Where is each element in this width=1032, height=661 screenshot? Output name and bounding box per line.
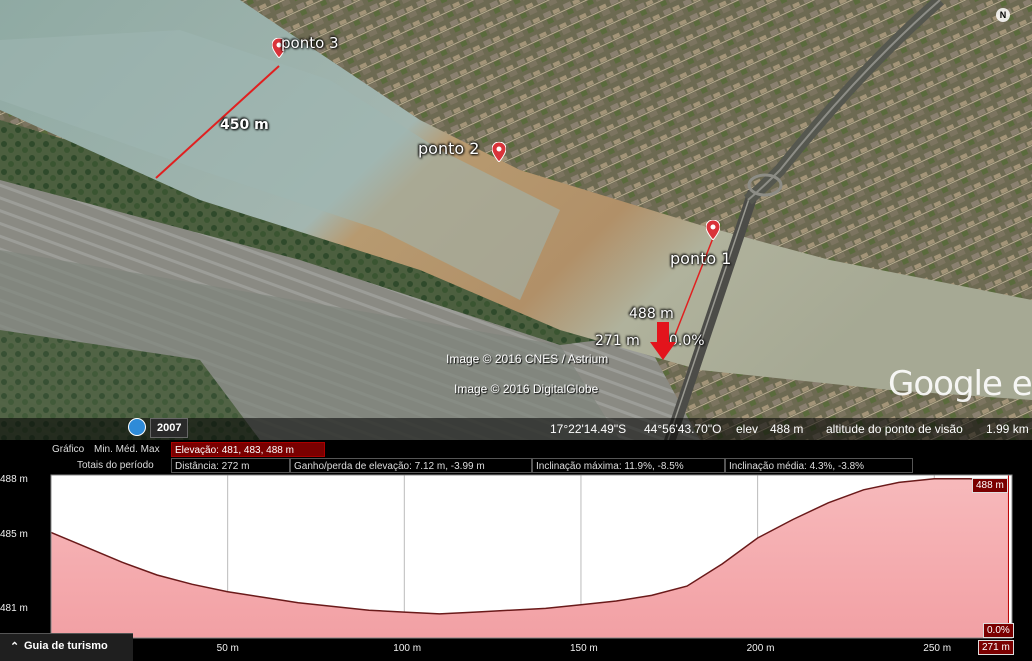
x-tick-label: 150 m: [569, 643, 598, 654]
chevron-up-icon[interactable]: ⌃: [10, 640, 19, 653]
y-tick-label: 485 m: [0, 529, 28, 541]
y-tick-label: 481 m: [0, 603, 28, 615]
elevation-profile-chart[interactable]: [0, 0, 1032, 660]
y-tick-label: 488 m: [0, 473, 28, 485]
x-tick-label: 200 m: [746, 643, 775, 654]
x-tick-label: 50 m: [216, 643, 239, 654]
cursor-distance-tag: 271 m: [978, 640, 1014, 655]
cursor-elevation-tag: 488 m: [972, 478, 1008, 493]
tour-guide-bar[interactable]: ⌃ Guia de turismo: [0, 633, 133, 661]
cursor-slope-tag: 0.0%: [983, 623, 1014, 638]
tour-guide-label[interactable]: Guia de turismo: [24, 640, 108, 652]
x-tick-label: 100 m: [393, 643, 422, 654]
x-tick-label: 250 m: [923, 643, 952, 654]
